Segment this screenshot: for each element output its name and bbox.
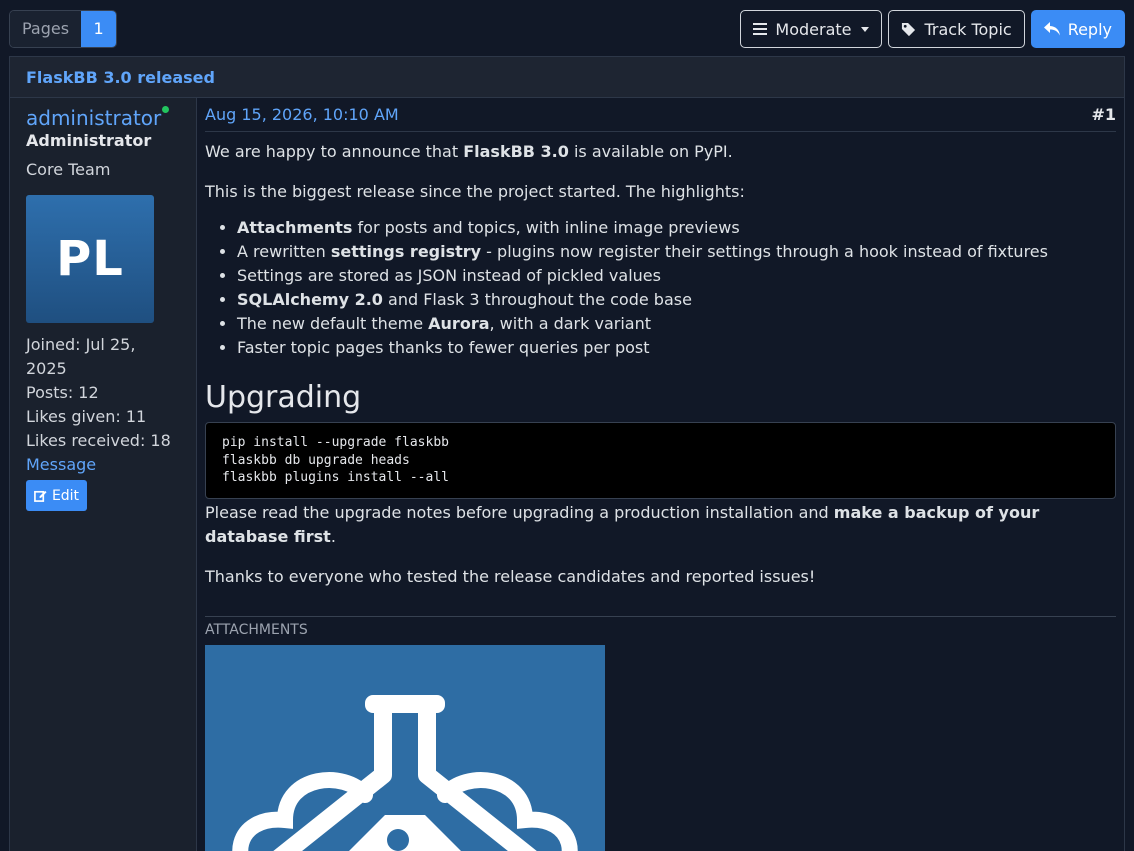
author-stats: Joined: Jul 25, 2025 Posts: 12 Likes giv… [26,333,180,477]
attachments-section: ATTACHMENTS [205,615,1116,851]
author-info: administrator Administrator Core Team PL… [10,98,197,851]
reply-icon [1043,22,1060,36]
moderate-button[interactable]: Moderate [740,10,883,48]
pages-label: Pages [10,11,82,47]
topic-title[interactable]: FlaskBB 3.0 released [26,68,215,87]
post: administrator Administrator Core Team PL… [10,98,1124,851]
topic-actions: Moderate Track Topic Reply [740,10,1125,48]
edit-icon [34,490,47,502]
post-content: Aug 15, 2026, 10:10 AM #1 We are happy t… [197,98,1124,851]
message-link[interactable]: Message [26,455,96,474]
chevron-down-icon [861,26,870,32]
attachments-label: ATTACHMENTS [205,621,308,638]
reply-label: Reply [1067,19,1112,39]
highlights-list: Attachments for posts and topics, with i… [237,216,1116,360]
list-item: Faster topic pages thanks to fewer queri… [237,336,1116,360]
author-username[interactable]: administrator [26,106,161,130]
avatar-initials: PL [56,231,124,287]
text: Please read the upgrade notes before upg… [205,502,834,522]
list-item: Settings are stored as JSON instead of p… [237,264,1116,288]
edit-label: Edit [51,487,80,504]
text-bold: FlaskBB 3.0 [463,142,569,161]
attachment-image[interactable] [205,644,605,851]
paragraph-highlights: This is the biggest release since the pr… [205,182,745,201]
reply-button[interactable]: Reply [1030,10,1125,48]
post-date[interactable]: Aug 15, 2026, 10:10 AM [205,105,399,124]
pagination: Pages 1 [9,10,118,48]
text: We are happy to announce that [205,142,464,161]
topic-panel: FlaskBB 3.0 released administrator Admin… [9,56,1125,851]
list-item: SQLAlchemy 2.0 and Flask 3 throughout th… [237,288,1116,312]
tag-icon [902,22,916,36]
text: is available on PyPI. [568,142,733,161]
paragraph-upgrade-notes: Please read the upgrade notes before upg… [205,501,1116,549]
author-role: Administrator [26,131,152,150]
list-item: The new default theme Aurora, with a dar… [237,312,1116,336]
flask-logo-icon [232,694,578,851]
post-meta: Aug 15, 2026, 10:10 AM #1 [205,98,1116,132]
author-team: Core Team [26,160,111,179]
online-status-icon [162,106,170,113]
avatar: PL [26,195,154,323]
page-1-button[interactable]: 1 [81,11,117,47]
joined-date: Joined: Jul 25, 2025 [26,335,136,378]
edit-button[interactable]: Edit [26,480,87,511]
likes-given: Likes given: 11 [26,407,147,426]
track-topic-button[interactable]: Track Topic [888,10,1025,48]
paragraph-thanks: Thanks to everyone who tested the releas… [205,566,816,586]
upgrading-heading: Upgrading [205,380,362,415]
code-block[interactable]: pip install --upgrade flaskbb flaskbb db… [205,422,1116,499]
text: . [330,526,336,546]
paragraph-intro: We are happy to announce that FlaskBB 3.… [205,140,1116,164]
likes-received: Likes received: 18 [26,431,171,450]
moderate-label: Moderate [775,19,852,39]
menu-icon [753,23,768,35]
topic-header: FlaskBB 3.0 released [10,57,1124,98]
post-number[interactable]: #1 [1091,105,1116,124]
post-count: Posts: 12 [26,383,99,402]
list-item: A rewritten settings registry - plugins … [237,240,1116,264]
post-body: We are happy to announce that FlaskBB 3.… [205,132,1116,589]
track-topic-label: Track Topic [924,19,1012,39]
list-item: Attachments for posts and topics, with i… [237,216,1116,240]
